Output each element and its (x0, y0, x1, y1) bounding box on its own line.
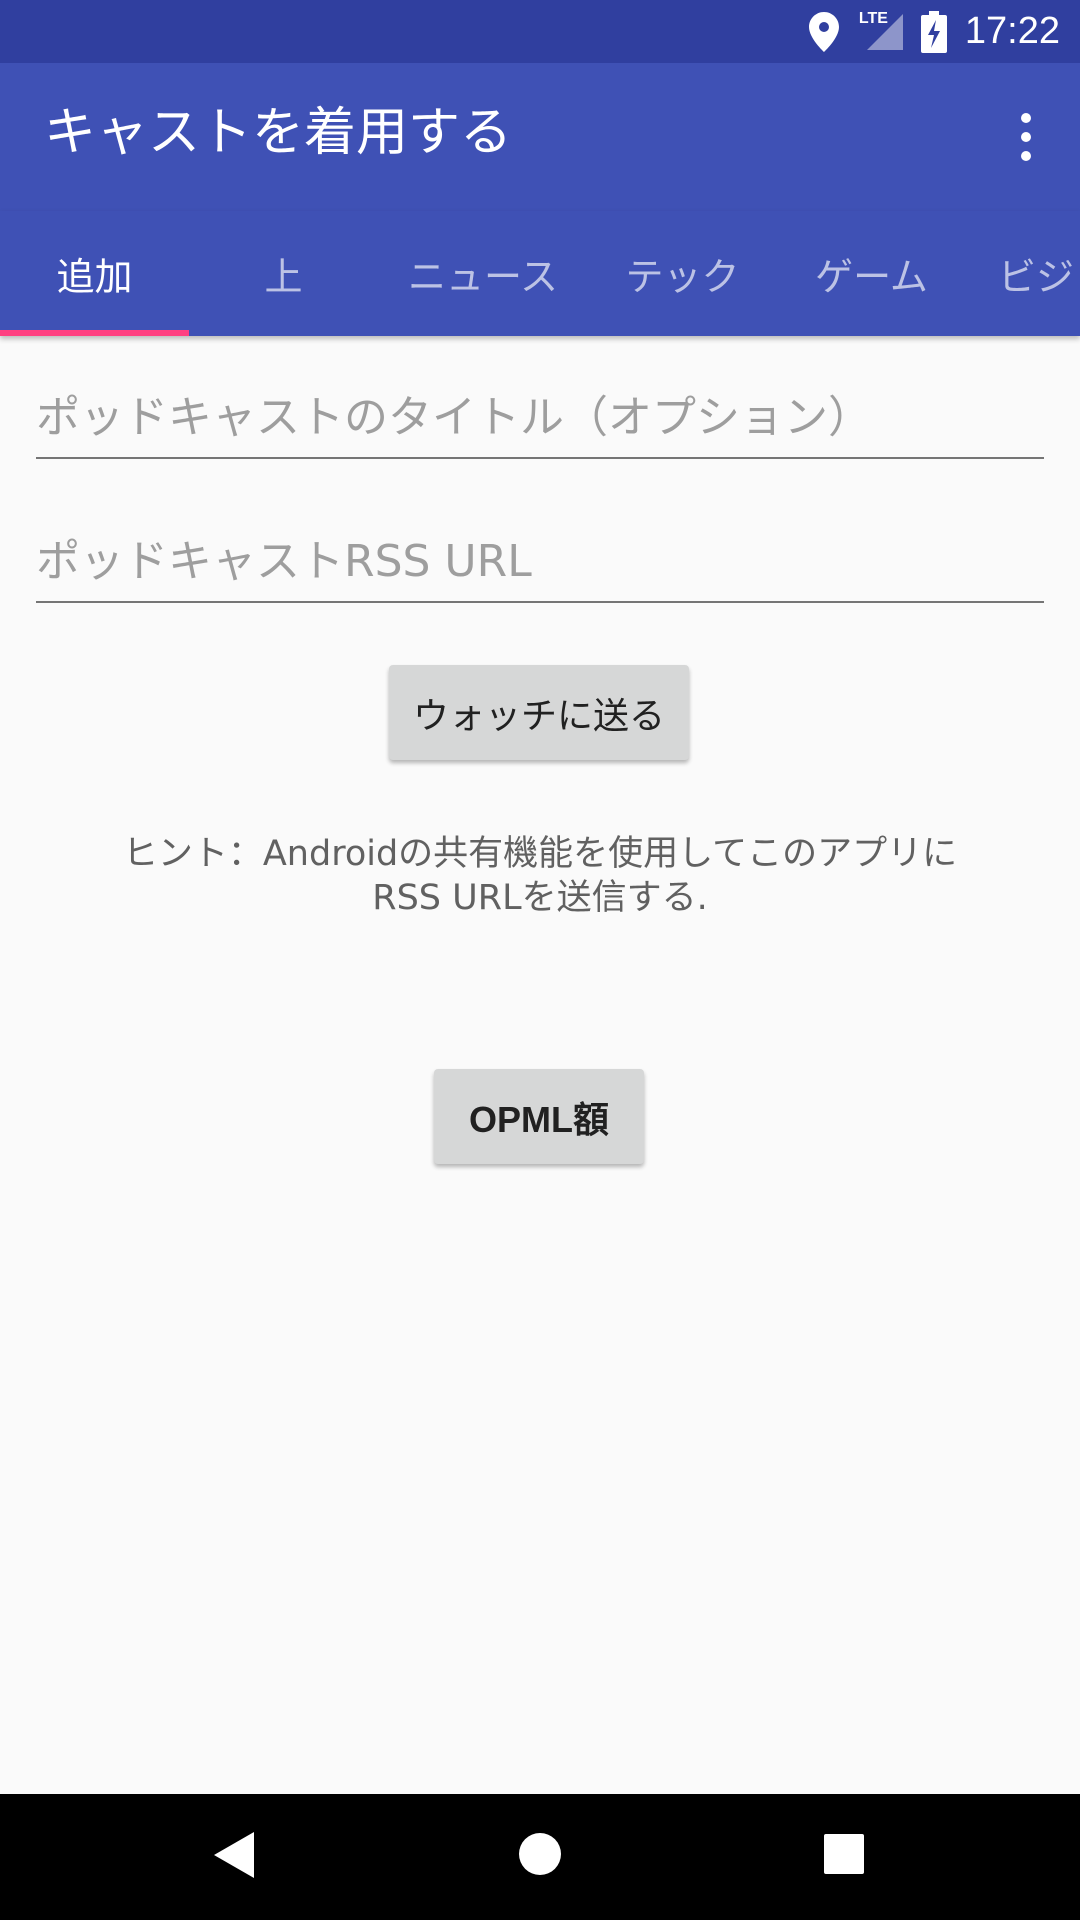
status-time: 17:22 (964, 10, 1060, 52)
status-icons: LTE 17:22 (808, 0, 1060, 63)
app-bar: キャストを着用する (0, 63, 1080, 211)
signal-icon: LTE (857, 9, 903, 52)
tab-top[interactable]: 上 (189, 211, 378, 336)
tab-games[interactable]: ゲーム (777, 211, 966, 336)
app-title: キャストを着用する (44, 103, 513, 163)
hint-line-2: RSS URLを送信する. (372, 878, 708, 918)
menu-dot (1021, 132, 1031, 142)
tab-news[interactable]: ニュース (378, 211, 588, 336)
recents-icon[interactable] (824, 1834, 864, 1874)
menu-dot (1021, 151, 1031, 161)
podcast-url-field (36, 531, 1044, 603)
more-vert-icon[interactable] (994, 101, 1058, 173)
tab-add[interactable]: 追加 (0, 211, 189, 336)
opml-button[interactable]: OPML額 (434, 1069, 644, 1164)
tab-business[interactable]: ビジ (966, 211, 1080, 336)
hint-text: ヒント：Androidの共有機能を使用してこのアプリに RSS URLを送信する… (60, 832, 1020, 920)
hint-line-1: ヒント：Androidの共有機能を使用してこのアプリに (122, 834, 958, 874)
nav-bar (0, 1794, 1080, 1920)
back-icon[interactable] (212, 1830, 256, 1880)
tab-bar: 追加 上 ニュース テック ゲーム ビジ (0, 211, 1080, 336)
status-bar: LTE 17:22 (0, 0, 1080, 63)
podcast-title-field (36, 387, 1044, 459)
location-icon (808, 11, 839, 52)
podcast-title-input[interactable] (36, 387, 1044, 447)
network-type: LTE (858, 9, 888, 27)
battery-charging-icon (920, 10, 947, 53)
tab-tech[interactable]: テック (588, 211, 777, 336)
send-to-watch-button[interactable]: ウォッチに送る (389, 665, 689, 760)
home-icon[interactable] (518, 1832, 562, 1876)
podcast-url-input[interactable] (36, 531, 1044, 591)
menu-dot (1021, 113, 1031, 123)
tab-indicator (0, 330, 189, 336)
